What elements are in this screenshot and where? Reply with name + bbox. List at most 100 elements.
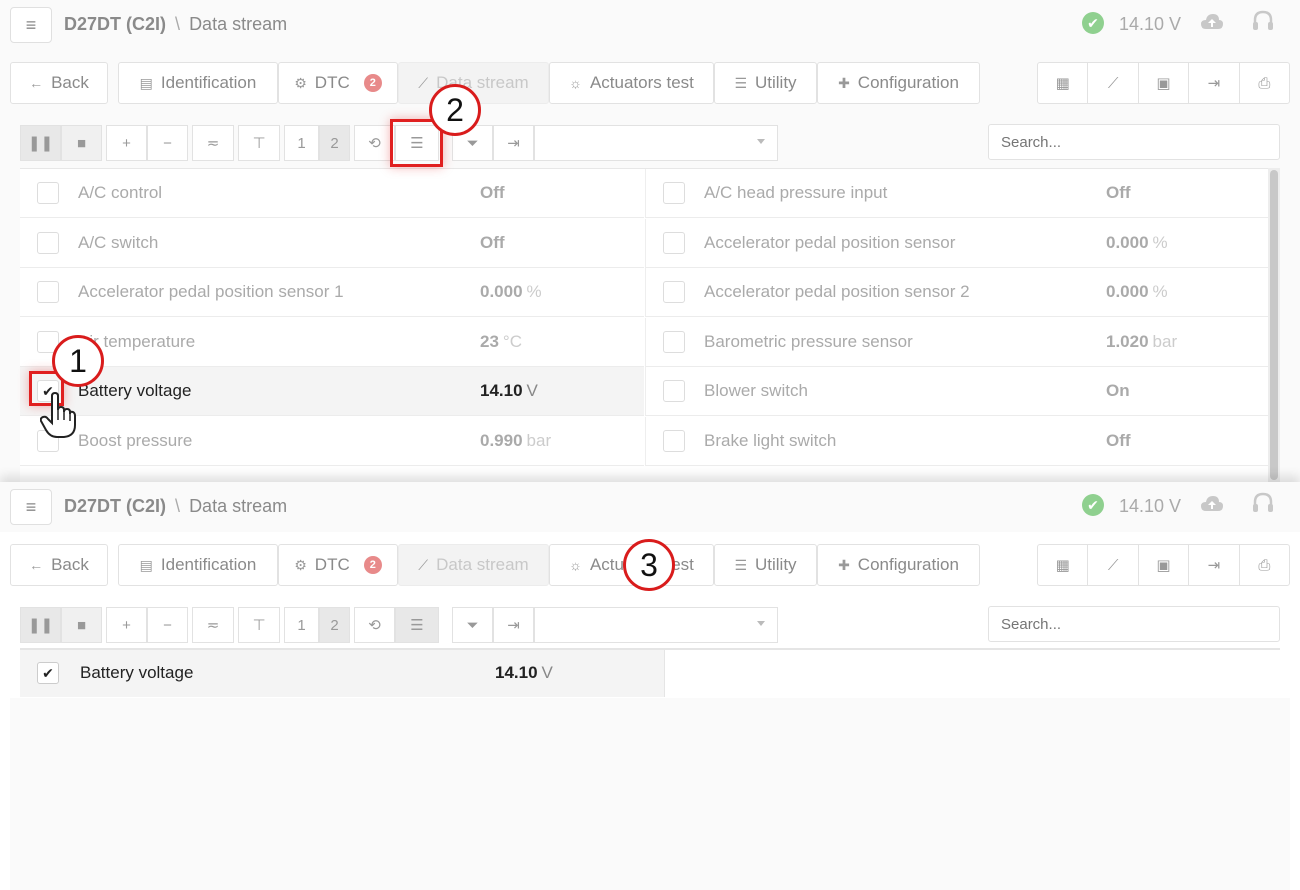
row-checkbox[interactable]	[37, 182, 59, 204]
scrollbar-thumb[interactable]	[1270, 170, 1278, 480]
value-number: 0.990	[480, 430, 523, 450]
row-checkbox[interactable]: ✔	[37, 662, 59, 684]
table-row[interactable]: A/C control Off	[20, 169, 644, 218]
table-row[interactable]: ✔ Battery voltage 14.10 V	[20, 650, 665, 697]
row-checkbox[interactable]	[663, 380, 685, 402]
export-icon[interactable]: ⇥	[1189, 63, 1240, 103]
fullscreen-icon[interactable]: ▣	[1139, 63, 1190, 103]
table-row[interactable]: A/C head pressure input Off	[645, 169, 1268, 218]
tab-dtc[interactable]: ⚙ DTC 2	[278, 62, 398, 104]
table-row[interactable]: A/C switch Off	[20, 219, 644, 268]
approx-icon: ≂	[206, 617, 220, 634]
parameter-value: 0.990 bar	[480, 431, 551, 451]
headset-icon[interactable]	[1252, 492, 1274, 516]
minus-icon: −	[163, 616, 172, 634]
tab-actuators-test[interactable]: ☼ Actuators test	[549, 62, 714, 104]
table-row[interactable]: Air temperature 23 °C	[20, 318, 644, 367]
tab-data-stream[interactable]: ⟋ Data stream	[398, 544, 549, 586]
graph-view-icon[interactable]: ⟋	[1088, 63, 1139, 103]
search-input[interactable]	[988, 606, 1280, 642]
row-checkbox[interactable]	[663, 330, 685, 353]
pause-icon: ❚❚	[27, 617, 54, 634]
parameter-value: 0.000%	[1106, 233, 1168, 253]
tab-dtc[interactable]: ⚙ DTC 2	[278, 544, 398, 586]
zoom-in-button[interactable]: +	[106, 607, 147, 643]
cloud-upload-icon[interactable]	[1201, 14, 1223, 30]
identification-label: Identification	[160, 73, 257, 92]
table-row[interactable]: Brake light switch Off	[645, 416, 1268, 466]
menu-button[interactable]: ≡	[10, 489, 52, 525]
menu-button[interactable]: ≡	[10, 7, 52, 43]
back-button[interactable]: ← Back	[10, 544, 108, 586]
search-input[interactable]	[988, 124, 1280, 160]
print-icon[interactable]: ⎙	[1240, 545, 1289, 585]
tab-utility[interactable]: ☰ Utility	[714, 544, 817, 586]
table-row[interactable]: Accelerator pedal position sensor 0.000%	[645, 218, 1268, 268]
tab-identification[interactable]: ▤ Identification	[118, 544, 278, 586]
table-row[interactable]: Blower switch On	[645, 367, 1268, 416]
grid-view-icon[interactable]: ▦	[1038, 545, 1089, 585]
stop-button[interactable]: ■	[61, 125, 102, 161]
row-checkbox[interactable]	[37, 231, 59, 254]
page-1-button[interactable]: 1	[284, 125, 319, 161]
arrow-left-icon: ←	[29, 557, 44, 573]
minus-icon: −	[163, 134, 172, 152]
table-row[interactable]: ✔ Battery voltage 14.10 V	[20, 367, 644, 416]
jump-button[interactable]: ⇥	[493, 125, 534, 161]
pause-button[interactable]: ❚❚	[20, 125, 61, 161]
parameter-name: Boost pressure	[78, 430, 193, 450]
plus-icon: +	[122, 616, 131, 634]
pause-icon: ❚❚	[27, 135, 54, 152]
view-tools-group: ▦ ⟋ ▣ ⇥ ⎙	[1037, 544, 1290, 586]
zoom-out-button[interactable]: −	[147, 607, 188, 643]
reset-button[interactable]: ⟲	[354, 607, 395, 643]
parameter-value: 23 °C	[480, 332, 522, 352]
reset-button[interactable]: ⟲	[354, 125, 395, 161]
headset-icon[interactable]	[1252, 10, 1274, 34]
value-number: Off	[480, 183, 505, 202]
group-select[interactable]	[534, 125, 778, 161]
align-top-button[interactable]: ⊤	[238, 125, 280, 161]
fullscreen-icon[interactable]: ▣	[1139, 545, 1190, 585]
align-top-icon: ⊤	[252, 135, 266, 152]
pause-button[interactable]: ❚❚	[20, 607, 61, 643]
page-1-button[interactable]: 1	[284, 607, 319, 643]
clear-filter-button[interactable]: ⏷	[452, 607, 493, 643]
row-checkbox[interactable]	[663, 231, 685, 254]
plus-icon: +	[122, 134, 131, 152]
cloud-upload-icon[interactable]	[1201, 496, 1223, 512]
jump-button[interactable]: ⇥	[493, 607, 534, 643]
value-number: Off	[480, 232, 505, 252]
group-select[interactable]	[534, 607, 778, 643]
show-selected-button[interactable]: ☰	[395, 607, 439, 643]
page-2-button[interactable]: 2	[319, 125, 350, 161]
graph-view-icon[interactable]: ⟋	[1088, 545, 1139, 585]
grid-view-icon[interactable]: ▦	[1038, 63, 1089, 103]
tab-configuration[interactable]: ✚ Configuration	[817, 62, 980, 104]
zoom-in-button[interactable]: +	[106, 125, 147, 161]
row-checkbox[interactable]	[663, 281, 685, 303]
tab-utility[interactable]: ☰ Utility	[714, 62, 817, 104]
row-checkbox[interactable]	[663, 182, 685, 204]
row-checkbox[interactable]	[37, 281, 59, 303]
stop-button[interactable]: ■	[61, 607, 102, 643]
table-row[interactable]: Barometric pressure sensor 1.020 bar	[645, 317, 1268, 367]
approx-icon: ≂	[206, 135, 220, 152]
tab-configuration[interactable]: ✚ Configuration	[817, 544, 980, 586]
zoom-out-button[interactable]: −	[147, 125, 188, 161]
smooth-button[interactable]: ≂	[192, 607, 234, 643]
row-checkbox[interactable]	[663, 429, 685, 452]
align-top-button[interactable]: ⊤	[238, 607, 280, 643]
tab-identification[interactable]: ▤ Identification	[118, 62, 278, 104]
back-button[interactable]: ← Back	[10, 62, 108, 104]
table-row[interactable]: Boost pressure 0.990 bar	[20, 417, 644, 466]
step-1-marker: 1	[52, 335, 104, 387]
table-row[interactable]: Accelerator pedal position sensor 1 0.000…	[20, 268, 644, 317]
engine-icon: ⚙	[294, 74, 307, 91]
print-icon[interactable]: ⎙	[1240, 63, 1289, 103]
page-2-button[interactable]: 2	[319, 607, 350, 643]
step-2-marker: 2	[429, 84, 481, 136]
table-row[interactable]: Accelerator pedal position sensor 2 0.000…	[645, 268, 1268, 317]
smooth-button[interactable]: ≂	[192, 125, 234, 161]
export-icon[interactable]: ⇥	[1189, 545, 1240, 585]
